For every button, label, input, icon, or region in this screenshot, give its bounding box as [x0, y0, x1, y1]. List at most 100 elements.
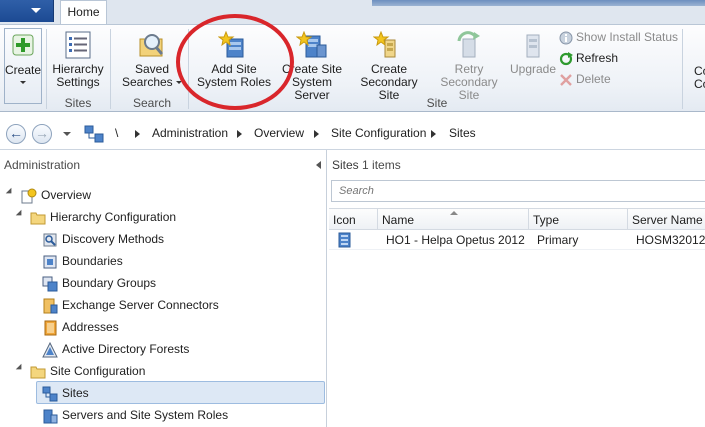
tab-home[interactable]: Home	[60, 0, 107, 24]
hierarchy-settings-label-2: Settings	[56, 75, 100, 89]
exchange-connector-icon	[43, 298, 58, 314]
create-button[interactable]: Create	[4, 28, 42, 104]
site-star-icon	[373, 31, 396, 58]
tree-label: Hierarchy Configuration	[50, 210, 177, 224]
breadcrumb-root[interactable]: \	[115, 126, 118, 140]
breadcrumb-arrow-icon	[314, 130, 319, 138]
sort-ascending-icon	[450, 211, 458, 215]
arrow-left-icon: ←	[9, 125, 23, 141]
breadcrumb-arrow-icon	[135, 130, 140, 138]
delete-button[interactable]: Delete	[559, 71, 611, 89]
tree-item-servers-and-site-system-roles[interactable]: Servers and Site System Roles	[42, 404, 228, 426]
search-input[interactable]	[332, 181, 705, 201]
retry-icon	[457, 31, 480, 58]
create-label: Create	[5, 63, 42, 77]
retry-secondary-site-button[interactable]: Retry Secondary Site	[430, 31, 508, 102]
forward-button[interactable]: →	[32, 124, 52, 144]
tree-item-site-configuration[interactable]: Site Configuration	[30, 360, 145, 382]
column-header-server-name[interactable]: Server Name	[628, 209, 705, 231]
chevron-down-icon	[20, 81, 26, 84]
chevron-down-icon[interactable]	[63, 132, 71, 136]
table-row[interactable]: HO1 - Helpa Opetus 2012 Primary HOSM3201…	[329, 230, 705, 250]
refresh-button[interactable]: Refresh	[559, 50, 618, 68]
breadcrumb-administration[interactable]: Administration	[152, 126, 228, 140]
upgrade-icon	[526, 34, 540, 58]
show-install-status-label: Show Install Status	[576, 30, 679, 44]
magnifier-folder-icon	[139, 34, 164, 57]
navigation-pane: Administration Overview Hierarchy Config…	[0, 150, 327, 427]
title-strip	[372, 0, 705, 6]
tree-label: Overview	[41, 188, 92, 202]
tree-label: Sites	[62, 386, 89, 400]
tree-item-addresses[interactable]: Addresses	[42, 316, 119, 338]
tree-label: Site Configuration	[50, 364, 146, 378]
top-bar: Home	[0, 0, 705, 24]
refresh-label: Refresh	[576, 51, 619, 65]
boundary-icon	[43, 255, 57, 269]
tree-label: Exchange Server Connectors	[62, 298, 219, 312]
hierarchy-settings-button[interactable]: Hierarchy Settings	[50, 31, 106, 89]
delete-label: Delete	[576, 72, 611, 86]
saved-searches-button[interactable]: Saved Searches	[120, 31, 184, 89]
tree-item-overview[interactable]: Overview	[21, 184, 91, 206]
group-label-sites: Sites	[64, 96, 92, 110]
content-pane-title: Sites 1 items	[332, 158, 401, 172]
folder-icon	[30, 212, 46, 225]
application-menu-button[interactable]	[0, 0, 54, 22]
arrow-right-icon: →	[35, 125, 49, 141]
configure-button-partial[interactable]: Conf Co	[694, 65, 705, 91]
tree-item-exchange-server-connectors[interactable]: Exchange Server Connectors	[42, 294, 219, 316]
cell-type: Primary	[537, 233, 579, 247]
discovery-icon	[43, 233, 57, 247]
tree-item-hierarchy-configuration[interactable]: Hierarchy Configuration	[30, 206, 176, 228]
content-pane: Sites 1 items Icon Name Type Server Name…	[328, 150, 705, 427]
tree-label: Boundary Groups	[62, 276, 157, 290]
back-button[interactable]: ←	[6, 124, 26, 144]
site-hierarchy-icon	[42, 386, 58, 402]
forest-icon	[42, 341, 58, 358]
breadcrumb-arrow-icon	[237, 130, 242, 138]
address-book-icon	[44, 320, 57, 336]
chevron-down-icon	[31, 8, 41, 13]
create-secondary-site-button[interactable]: Create Secondary Site	[350, 31, 428, 102]
tree-item-boundaries[interactable]: Boundaries	[42, 250, 123, 272]
show-install-status-button[interactable]: Show Install Status	[559, 29, 678, 47]
tree-label: Servers and Site System Roles	[62, 408, 229, 422]
column-header-icon[interactable]: Icon	[329, 209, 378, 231]
breadcrumb-arrow-icon	[431, 130, 436, 138]
upgrade-button[interactable]: Upgrade	[510, 31, 556, 76]
expand-toggle-icon[interactable]	[15, 363, 25, 373]
address-bar: ← → \ Administration Overview Site Confi…	[0, 116, 705, 150]
group-label-search: Search	[132, 96, 172, 110]
breadcrumb-sites[interactable]: Sites	[449, 126, 476, 140]
tree-item-discovery-methods[interactable]: Discovery Methods	[42, 228, 164, 250]
configure-label-2: Co	[694, 77, 705, 91]
server-icon	[296, 31, 327, 58]
folder-icon	[30, 366, 46, 379]
item-count: 1 items	[362, 158, 401, 172]
cell-name: HO1 - Helpa Opetus 2012	[386, 233, 525, 247]
column-header-type[interactable]: Type	[529, 209, 628, 231]
ribbon-separator	[682, 29, 683, 109]
navigation-pane-title: Administration	[4, 158, 81, 172]
overview-icon	[21, 188, 37, 204]
expand-toggle-icon[interactable]	[5, 187, 15, 197]
primary-site-icon	[337, 232, 353, 248]
expand-toggle-icon[interactable]	[15, 209, 25, 219]
refresh-icon	[559, 51, 573, 65]
ribbon-separator	[46, 29, 47, 109]
tree-item-sites[interactable]: Sites	[42, 382, 89, 404]
ribbon-separator	[110, 29, 111, 109]
breadcrumb-overview[interactable]: Overview	[254, 126, 304, 140]
tree-item-active-directory-forests[interactable]: Active Directory Forests	[42, 338, 189, 360]
tree-item-boundary-groups[interactable]: Boundary Groups	[42, 272, 156, 294]
highlight-circle	[176, 14, 294, 110]
collapse-pane-icon[interactable]	[316, 161, 321, 169]
site-hierarchy-icon	[84, 125, 104, 143]
upgrade-label: Upgrade	[510, 62, 557, 76]
search-field[interactable]	[331, 180, 705, 202]
settings-list-icon	[65, 31, 91, 59]
cell-server-name: HOSM32012.h	[636, 233, 705, 247]
breadcrumb-site-configuration[interactable]: Site Configuration	[331, 126, 426, 140]
tree-label: Boundaries	[62, 254, 123, 268]
